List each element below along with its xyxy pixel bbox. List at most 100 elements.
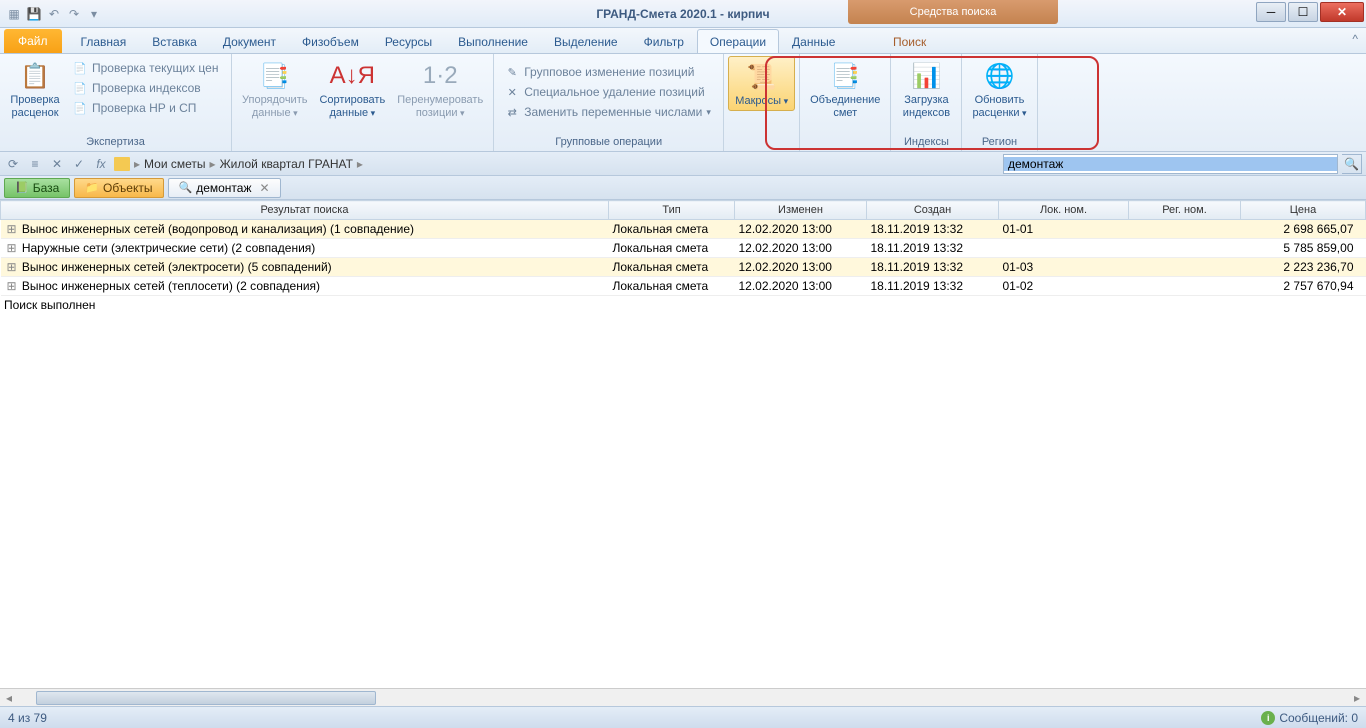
table-row[interactable]: ⊞ Вынос инженерных сетей (теплосети) (2 … — [1, 277, 1366, 296]
order-icon: 📑 — [259, 60, 291, 92]
replace-icon: ⇄ — [504, 104, 520, 120]
scroll-right-icon[interactable]: ▸ — [1348, 689, 1366, 707]
macro-icon: 📜 — [746, 61, 778, 93]
breadcrumb-item[interactable]: Жилой квартал ГРАНАТ — [220, 157, 353, 171]
special-delete-button[interactable]: ✕Специальное удаление позиций — [498, 82, 717, 102]
view-tab-base[interactable]: 📗 База — [4, 178, 70, 198]
search-input[interactable] — [1004, 157, 1337, 171]
col-result[interactable]: Результат поиска — [1, 201, 609, 220]
tab-search[interactable]: Поиск — [880, 29, 939, 53]
view-tabs: 📗 База 📁 Объекты 🔍 демонтаж ✕ — [0, 176, 1366, 200]
group-change-positions-button[interactable]: ✎Групповое изменение позиций — [498, 62, 717, 82]
history-icon[interactable]: ⟳ — [4, 155, 22, 173]
cancel-icon[interactable]: ✕ — [48, 155, 66, 173]
macros-button[interactable]: 📜 Макросы — [728, 56, 795, 111]
status-messages[interactable]: i Сообщений: 0 — [1261, 711, 1358, 725]
ribbon-group-expertise: 📋 Проверка расценок 📄Проверка текущих це… — [0, 54, 232, 151]
tab-execution[interactable]: Выполнение — [445, 29, 541, 53]
expand-icon[interactable]: ⊞ — [5, 260, 19, 274]
close-button[interactable]: ✕ — [1320, 2, 1364, 22]
accept-icon[interactable]: ✓ — [70, 155, 88, 173]
app-title: ГРАНД-Смета 2020.1 - кирпич — [596, 7, 769, 21]
order-data-button[interactable]: 📑 Упорядочить данные — [236, 56, 313, 122]
table-row[interactable]: ⊞ Вынос инженерных сетей (электросети) (… — [1, 258, 1366, 277]
tab-data[interactable]: Данные — [779, 29, 848, 53]
breadcrumb-item[interactable]: Мои сметы — [144, 157, 206, 171]
scroll-thumb[interactable] — [36, 691, 376, 705]
qat-save-icon[interactable]: 💾 — [26, 6, 42, 22]
expand-icon[interactable]: ⊞ — [5, 279, 19, 293]
view-tab-objects[interactable]: 📁 Объекты — [74, 178, 163, 198]
load-indexes-button[interactable]: 📊 Загрузка индексов — [895, 56, 957, 122]
horizontal-scrollbar[interactable]: ◂ ▸ — [0, 688, 1366, 706]
status-count: 4 из 79 — [8, 711, 47, 725]
update-prices-button[interactable]: 🌐 Обновить расценки — [966, 56, 1032, 122]
tab-document[interactable]: Документ — [210, 29, 289, 53]
app-icon: ▦ — [6, 6, 22, 22]
tab-resources[interactable]: Ресурсы — [372, 29, 445, 53]
ribbon: 📋 Проверка расценок 📄Проверка текущих це… — [0, 54, 1366, 152]
replace-vars-button[interactable]: ⇄Заменить переменные числами — [498, 102, 717, 122]
delete-icon: ✕ — [504, 84, 520, 100]
expand-icon[interactable]: ⊞ — [5, 222, 19, 236]
search-done-label: Поиск выполнен — [0, 296, 1366, 314]
table-header-row: Результат поиска Тип Изменен Создан Лок.… — [1, 201, 1366, 220]
table-row[interactable]: ⊞ Вынос инженерных сетей (водопровод и к… — [1, 220, 1366, 239]
col-created[interactable]: Создан — [867, 201, 999, 220]
check-nr-sp-button[interactable]: 📄Проверка НР и СП — [66, 98, 224, 118]
titlebar: ▦ 💾 ↶ ↷ ▾ ГРАНД-Смета 2020.1 - кирпич Ср… — [0, 0, 1366, 28]
view-tab-search[interactable]: 🔍 демонтаж ✕ — [168, 178, 281, 198]
results-table: Результат поиска Тип Изменен Создан Лок.… — [0, 200, 1366, 296]
contextual-tab-group: Средства поиска — [848, 0, 1058, 24]
qat-undo-icon[interactable]: ↶ — [46, 6, 62, 22]
tab-filter[interactable]: Фильтр — [631, 29, 697, 53]
doc-icon: 📄 — [72, 60, 88, 76]
quick-access-toolbar: ▦ 💾 ↶ ↷ ▾ — [0, 6, 102, 22]
index-icon: 📊 — [910, 60, 942, 92]
check-current-prices-button[interactable]: 📄Проверка текущих цен — [66, 58, 224, 78]
tab-home[interactable]: Главная — [68, 29, 140, 53]
expand-icon[interactable]: ⊞ — [5, 241, 19, 255]
col-price[interactable]: Цена — [1241, 201, 1366, 220]
check-indexes-button[interactable]: 📄Проверка индексов — [66, 78, 224, 98]
check-prices-button[interactable]: 📋 Проверка расценок — [4, 56, 66, 122]
col-modified[interactable]: Изменен — [735, 201, 867, 220]
col-reg[interactable]: Рег. ном. — [1129, 201, 1241, 220]
ribbon-collapse-icon[interactable]: ^ — [1352, 32, 1358, 46]
fx-icon[interactable]: fx — [92, 155, 110, 173]
table-row[interactable]: ⊞ Наружные сети (электрические сети) (2 … — [1, 239, 1366, 258]
ribbon-group-group-ops: ✎Групповое изменение позиций ✕Специально… — [494, 54, 724, 151]
list-icon[interactable]: ≡ — [26, 155, 44, 173]
search-button[interactable]: 🔍 — [1342, 154, 1362, 174]
window-controls: ─ ☐ ✕ — [1254, 2, 1364, 22]
statusbar: 4 из 79 i Сообщений: 0 — [0, 706, 1366, 728]
tab-insert[interactable]: Вставка — [139, 29, 210, 53]
info-icon: i — [1261, 711, 1275, 725]
merge-estimates-button[interactable]: 📑 Объединение смет — [804, 56, 886, 122]
qat-redo-icon[interactable]: ↷ — [66, 6, 82, 22]
tab-selection[interactable]: Выделение — [541, 29, 631, 53]
col-loc[interactable]: Лок. ном. — [999, 201, 1129, 220]
col-type[interactable]: Тип — [609, 201, 735, 220]
qat-dropdown-icon[interactable]: ▾ — [86, 6, 102, 22]
renumber-icon: 1·2 — [424, 60, 456, 92]
breadcrumb[interactable]: ▸ Мои сметы ▸ Жилой квартал ГРАНАТ ▸ — [114, 157, 999, 171]
scroll-left-icon[interactable]: ◂ — [0, 689, 18, 707]
sort-data-button[interactable]: А↓Я Сортировать данные — [313, 56, 391, 122]
renumber-button[interactable]: 1·2 Перенумеровать позиции — [391, 56, 489, 122]
tab-operations[interactable]: Операции — [697, 29, 779, 53]
folder-icon — [114, 157, 130, 171]
ribbon-group-merge: 📑 Объединение смет — [800, 54, 891, 151]
merge-icon: 📑 — [829, 60, 861, 92]
maximize-button[interactable]: ☐ — [1288, 2, 1318, 22]
ribbon-tabs: Файл Главная Вставка Документ Физобъем Р… — [0, 28, 1366, 54]
results-table-container: Результат поиска Тип Изменен Создан Лок.… — [0, 200, 1366, 688]
breadcrumb-separator: ▸ — [210, 157, 216, 171]
ribbon-group-region: 🌐 Обновить расценки Регион — [962, 54, 1037, 151]
breadcrumb-separator: ▸ — [357, 157, 363, 171]
doc-icon: 📄 — [72, 80, 88, 96]
tab-physvolume[interactable]: Физобъем — [289, 29, 372, 53]
tab-file[interactable]: Файл — [4, 29, 62, 53]
minimize-button[interactable]: ─ — [1256, 2, 1286, 22]
close-tab-icon[interactable]: ✕ — [260, 181, 270, 195]
